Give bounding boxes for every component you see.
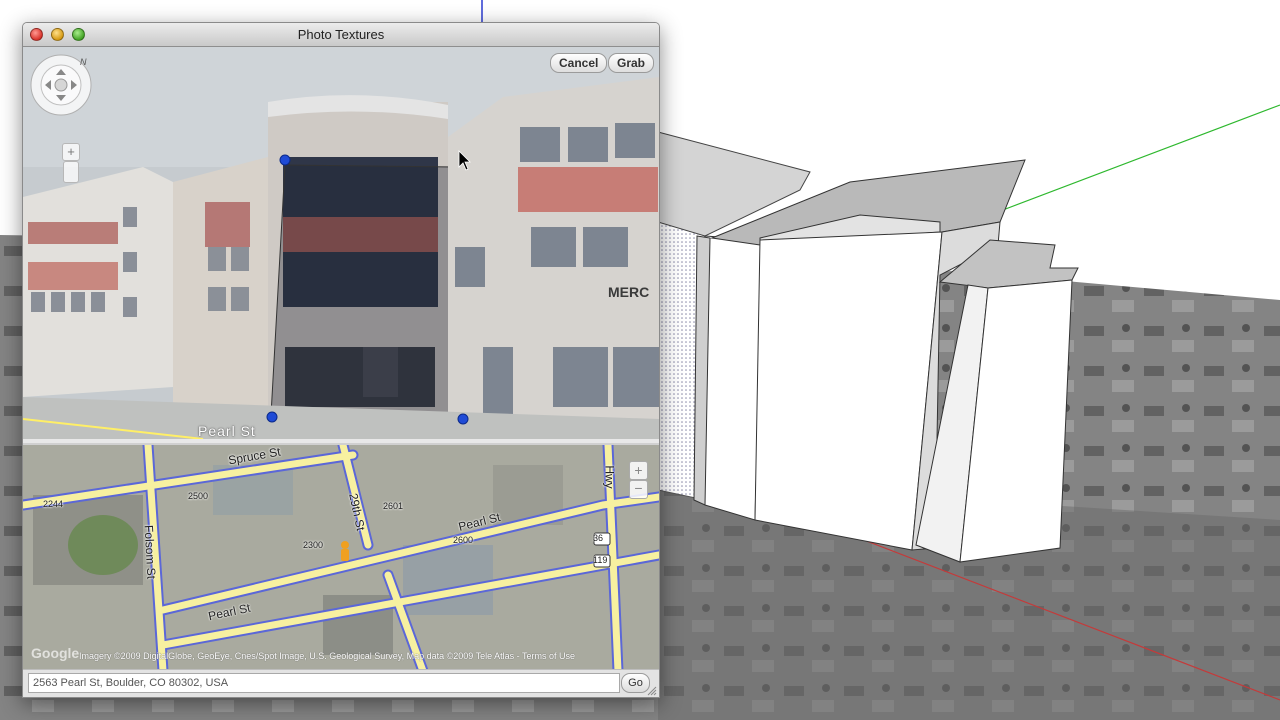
go-button[interactable]: Go — [621, 673, 650, 693]
crop-handle-bottom-left — [266, 411, 278, 423]
compass-pan-icon[interactable]: N — [23, 47, 99, 123]
cancel-button[interactable]: Cancel — [550, 53, 608, 73]
map-zoom-in-button[interactable]: + — [629, 461, 648, 480]
map-street-label: Hwy — [602, 465, 617, 489]
block-number: 2300 — [303, 540, 324, 550]
crop-handle-bottom-right — [457, 413, 469, 425]
north-indicator: N — [80, 57, 87, 67]
window-title: Photo Textures — [297, 27, 385, 42]
street-view-zoom-in-button[interactable]: + — [62, 143, 80, 161]
map-pane[interactable]: Spruce St Folsom St Pearl St Pearl St 29… — [23, 443, 659, 671]
resize-grip-icon[interactable] — [647, 686, 657, 696]
block-number: 2600 — [453, 535, 474, 545]
texture-crop-region — [270, 164, 456, 418]
crop-handle-top-left — [279, 154, 291, 166]
window-titlebar[interactable]: Photo Textures — [23, 23, 659, 47]
aerial-map — [23, 445, 659, 671]
block-number: 2244 — [43, 499, 64, 509]
street-view-photo: MERC — [23, 47, 659, 439]
block-number: 2601 — [383, 501, 404, 511]
street-view-pane[interactable]: MERC N + Cancel Grab Pearl St — [23, 47, 659, 439]
map-street-label: Folsom St — [141, 524, 159, 580]
grab-button[interactable]: Grab — [608, 53, 655, 73]
route-shield-label: 119 — [593, 555, 608, 565]
block-number: 2500 — [188, 491, 209, 501]
route-shield-label: 36 — [593, 533, 604, 543]
address-input[interactable] — [28, 673, 620, 693]
street-view-street-label: Pearl St — [198, 423, 256, 439]
google-logo: Google — [31, 645, 80, 661]
map-zoom-out-button[interactable]: − — [629, 480, 648, 499]
address-bar: Go — [23, 669, 659, 697]
svg-text:MERC: MERC — [608, 284, 649, 300]
map-copyright[interactable]: Imagery ©2009 DigitalGlobe, GeoEye, Cnes… — [79, 651, 575, 661]
street-view-zoom-slider[interactable] — [63, 161, 79, 183]
pegman-icon — [341, 541, 349, 561]
photo-textures-window[interactable]: Photo Textures MERC N + Cancel Grab Pear… — [22, 22, 660, 698]
